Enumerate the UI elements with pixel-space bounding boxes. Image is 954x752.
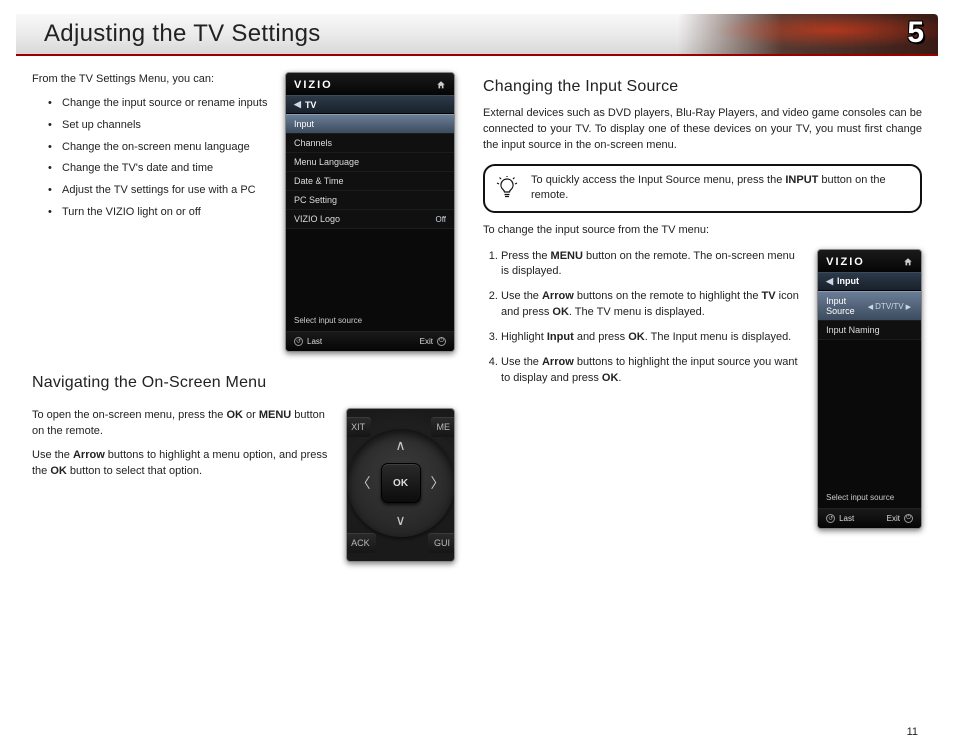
arrow-left-icon: 〈	[357, 473, 371, 493]
chevron-right-icon: ▶	[904, 304, 913, 311]
steps-lead: To change the input source from the TV m…	[483, 223, 922, 239]
home-icon	[436, 80, 446, 90]
chapter-number: 5	[907, 16, 924, 50]
chevron-left-icon: ◀	[866, 304, 875, 311]
remote-button-back: ACK	[346, 533, 376, 553]
menu-row-date-time: Date & Time	[286, 172, 454, 191]
breadcrumb-label: TV	[305, 100, 317, 110]
tv-input-screenshot: VIZIO ◀ Input Input Source ◀DTV/TV▶ Inpu…	[817, 249, 922, 529]
back-arrow-icon: ◀	[294, 99, 301, 110]
ok-button: OK	[381, 463, 421, 503]
step-3: Highlight Input and press OK. The Input …	[501, 330, 803, 345]
foot-exit: Exit	[420, 337, 433, 346]
breadcrumb: ◀ Input	[818, 272, 921, 291]
list-item: Set up channels	[50, 118, 269, 133]
remote-button-menu: ME	[431, 417, 456, 437]
back-icon: ↺	[826, 514, 835, 523]
step-4: Use the Arrow buttons to highlight the i…	[501, 355, 803, 386]
list-item: Adjust the TV settings for use with a PC	[50, 183, 269, 198]
tv-hint: Select input source	[286, 310, 454, 331]
input-source-intro: External devices such as DVD players, Bl…	[483, 106, 922, 154]
section-heading-navigating: Navigating the On-Screen Menu	[32, 374, 455, 392]
menu-row-input: Input	[286, 114, 454, 134]
lightbulb-icon	[495, 176, 519, 200]
intro-lead: From the TV Settings Menu, you can:	[32, 72, 269, 88]
remote-dpad-image: XIT ME ACK GUI ∧ ∨ 〈 〉 OK	[346, 408, 455, 562]
back-arrow-icon: ◀	[826, 276, 833, 287]
menu-row-input-naming: Input Naming	[818, 321, 921, 340]
exit-icon: ⏻	[904, 514, 913, 523]
menu-row-input-source: Input Source ◀DTV/TV▶	[818, 291, 921, 321]
back-icon: ↺	[294, 337, 303, 346]
list-item: Change the input source or rename inputs	[50, 96, 269, 111]
tv-brand: VIZIO	[294, 79, 333, 91]
arrow-right-icon: 〉	[431, 473, 445, 493]
tip-callout: To quickly access the Input Source menu,…	[483, 164, 922, 213]
page-title: Adjusting the TV Settings	[44, 20, 321, 48]
menu-row-pc-setting: PC Setting	[286, 191, 454, 210]
breadcrumb: ◀ TV	[286, 95, 454, 114]
section-heading-input-source: Changing the Input Source	[483, 78, 922, 96]
home-icon	[903, 257, 913, 267]
chapter-banner: Adjusting the TV Settings 5	[16, 14, 938, 56]
tv-brand: VIZIO	[826, 256, 865, 268]
step-2: Use the Arrow buttons on the remote to h…	[501, 289, 803, 320]
foot-last: Last	[839, 514, 854, 523]
page-number: 11	[907, 726, 918, 738]
list-item: Change the on-screen menu language	[50, 140, 269, 155]
capabilities-list: Change the input source or rename inputs…	[32, 96, 269, 220]
remote-button-guide: GUI	[428, 533, 455, 553]
tv-hint: Select input source	[818, 487, 921, 508]
steps-list: Press the MENU button on the remote. The…	[483, 249, 803, 387]
arrow-down-icon: ∨	[395, 512, 405, 529]
exit-icon: ⏻	[437, 337, 446, 346]
nav-paragraph-1: To open the on-screen menu, press the OK…	[32, 408, 330, 440]
foot-last: Last	[307, 337, 322, 346]
step-1: Press the MENU button on the remote. The…	[501, 249, 803, 280]
arrow-up-icon: ∧	[395, 437, 405, 454]
list-item: Turn the VIZIO light on or off	[50, 205, 269, 220]
remote-button-exit: XIT	[346, 417, 371, 437]
menu-row-vizio-logo: VIZIO LogoOff	[286, 210, 454, 229]
tv-menu-screenshot: VIZIO ◀ TV Input Channels Menu Language …	[285, 72, 455, 352]
menu-row-menu-language: Menu Language	[286, 153, 454, 172]
foot-exit: Exit	[887, 514, 900, 523]
nav-paragraph-2: Use the Arrow buttons to highlight a men…	[32, 448, 330, 480]
breadcrumb-label: Input	[837, 276, 859, 286]
menu-row-channels: Channels	[286, 134, 454, 153]
list-item: Change the TV's date and time	[50, 161, 269, 176]
